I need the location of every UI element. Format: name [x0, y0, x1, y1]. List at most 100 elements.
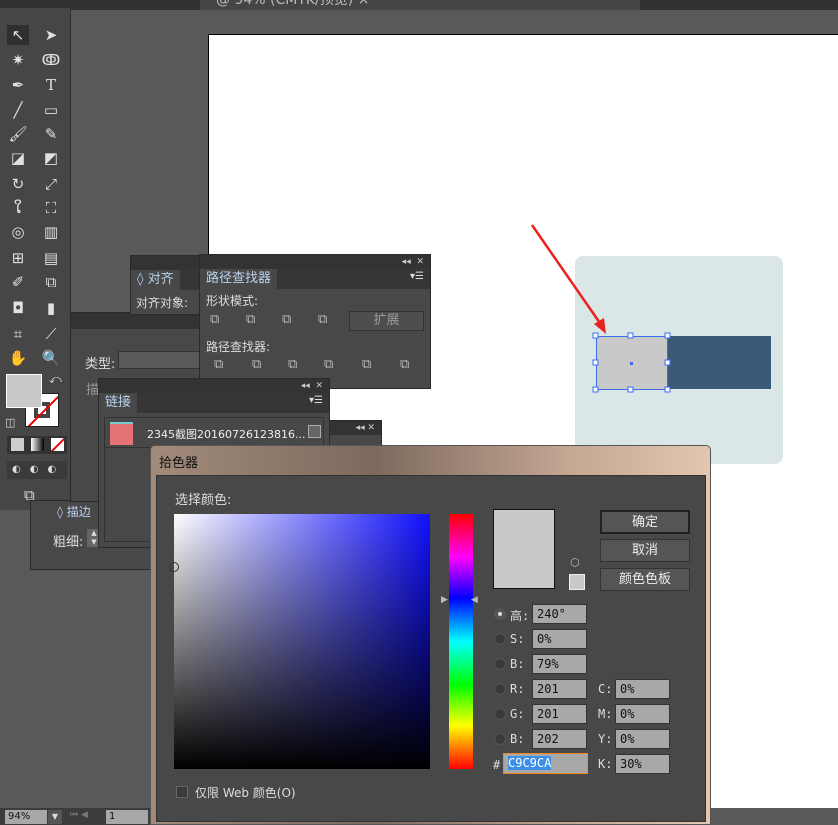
c-label: C:: [598, 682, 613, 696]
fill-swatch[interactable]: [6, 374, 42, 408]
k-label: K:: [598, 757, 613, 771]
outline-icon[interactable]: ⧉: [362, 357, 371, 372]
tab-links[interactable]: 链接: [99, 393, 138, 413]
blue-label: B:: [510, 732, 525, 746]
align-to-label: 对齐对象:: [136, 296, 189, 310]
panel-menu-icon[interactable]: ▾☰: [309, 395, 323, 406]
pencil-icon[interactable]: ✎: [40, 124, 62, 144]
tab-align[interactable]: ◊ 对齐: [131, 270, 180, 290]
swap-icon[interactable]: ⤺: [49, 372, 62, 387]
s-field[interactable]: 0%: [532, 629, 587, 649]
magic-wand-icon[interactable]: ✷: [7, 50, 29, 70]
link-filename: 2345截图20160726123816...: [147, 428, 306, 441]
symbol-sprayer-icon[interactable]: ◘: [7, 298, 29, 318]
rotate-icon[interactable]: ↻: [7, 174, 29, 194]
minus-front-icon[interactable]: ⧉: [246, 312, 255, 327]
zoom-field[interactable]: 94%: [5, 810, 47, 824]
blend-icon[interactable]: ⧉: [40, 272, 62, 292]
hand-icon[interactable]: ✋: [7, 348, 29, 368]
ok-button[interactable]: 确定: [600, 510, 690, 534]
slice-icon[interactable]: ⟋: [40, 324, 62, 344]
tools-panel: ↖ ➤ ✷ ↂ ✒ T ╱ ▭ 🖌 ✎ ◪ ◩ ↻ ⤢ ໃ ⛶ ◎ ▥ ⊞ ▤ …: [0, 8, 71, 510]
rectangle-icon[interactable]: ▭: [40, 100, 62, 120]
merge-icon[interactable]: ⧉: [288, 357, 297, 372]
default-colors-icon[interactable]: ◫: [5, 416, 15, 429]
gamut-warning-icon[interactable]: ⬡: [570, 556, 580, 569]
free-transform-icon[interactable]: ⛶: [40, 198, 62, 218]
perspective-grid-icon[interactable]: ▥: [40, 222, 62, 242]
hue-slider-handle[interactable]: ▶ ◀: [441, 595, 478, 605]
paintbrush-icon[interactable]: 🖌: [7, 124, 29, 144]
scale-icon[interactable]: ⤢: [40, 174, 62, 194]
crop-icon[interactable]: ⧉: [324, 357, 333, 372]
r-field[interactable]: 201: [532, 679, 587, 699]
red-arrow: [530, 224, 604, 327]
expand-button[interactable]: 扩展: [349, 311, 424, 331]
panel-menu-icon[interactable]: ▾☰: [410, 271, 424, 282]
zoom-dropdown-icon[interactable]: ▼: [48, 810, 62, 824]
radio-b[interactable]: [494, 658, 506, 670]
brightness-field[interactable]: 79%: [532, 654, 587, 674]
none-icon[interactable]: [51, 438, 64, 451]
type-label: 类型:: [85, 357, 116, 372]
color-cursor[interactable]: [169, 562, 179, 572]
pen-icon[interactable]: ✒: [7, 75, 29, 95]
warp-icon[interactable]: ໃ: [7, 198, 29, 218]
selection-tool-icon[interactable]: ↖: [7, 25, 29, 45]
color-swatches-button[interactable]: 颜色色板: [600, 568, 690, 591]
color-icon[interactable]: [11, 438, 24, 451]
closest-color-swatch[interactable]: [569, 574, 585, 590]
list-item[interactable]: 2345截图20160726123816...: [105, 418, 323, 448]
collapse-icon[interactable]: ◂◂: [402, 257, 411, 267]
radio-s[interactable]: [494, 633, 506, 645]
embed-icon[interactable]: [308, 425, 321, 438]
blue-field[interactable]: 202: [532, 729, 587, 749]
eyedropper-icon[interactable]: ✐: [7, 272, 29, 292]
g-field[interactable]: 201: [532, 704, 587, 724]
intersect-icon[interactable]: ⧉: [282, 312, 291, 327]
new-color-preview: [493, 509, 555, 589]
web-colors-checkbox[interactable]: [176, 786, 188, 798]
radio-blue[interactable]: [494, 733, 506, 745]
radio-r[interactable]: [494, 683, 506, 695]
exclude-icon[interactable]: ⧉: [318, 312, 327, 327]
c-field[interactable]: 0%: [615, 679, 670, 699]
gradient-swatch-icon[interactable]: [31, 438, 44, 451]
cancel-button[interactable]: 取消: [600, 539, 690, 562]
draw-mode-icons[interactable]: ◐◐◐: [7, 461, 67, 479]
r-label: R:: [510, 682, 525, 696]
saturation-brightness-field[interactable]: [169, 514, 430, 769]
direct-selection-icon[interactable]: ➤: [40, 25, 62, 45]
type-dropdown[interactable]: [118, 351, 208, 369]
divide-icon[interactable]: ⧉: [214, 357, 223, 372]
lasso-icon[interactable]: ↂ: [40, 50, 62, 70]
radio-g[interactable]: [494, 708, 506, 720]
type-icon[interactable]: T: [40, 75, 62, 95]
tab-pathfinder[interactable]: 路径查找器: [200, 269, 278, 289]
blob-brush-icon[interactable]: ◪: [7, 148, 29, 168]
hex-field[interactable]: C9C9CA: [503, 753, 588, 774]
tab-stroke[interactable]: ◊ 描边: [51, 503, 97, 521]
y-field[interactable]: 0%: [615, 729, 670, 749]
eraser-icon[interactable]: ◩: [40, 148, 62, 168]
k-field[interactable]: 30%: [615, 754, 670, 774]
h-field[interactable]: 240°: [532, 604, 587, 624]
m-field[interactable]: 0%: [615, 704, 670, 724]
first-page-icon[interactable]: ⏮ ◀: [70, 810, 88, 820]
page-field[interactable]: 1: [106, 810, 148, 824]
artboard-icon[interactable]: ⌗: [7, 324, 29, 344]
weight-label: 粗细:: [53, 535, 84, 550]
zoom-icon[interactable]: 🔍: [40, 348, 62, 368]
minus-back-icon[interactable]: ⧉: [400, 357, 409, 372]
line-icon[interactable]: ╱: [7, 100, 29, 120]
radio-h[interactable]: [494, 608, 506, 620]
graph-icon[interactable]: ▮: [40, 298, 62, 318]
hue-slider[interactable]: [449, 514, 473, 769]
mesh-icon[interactable]: ⊞: [7, 248, 29, 268]
gradient-icon[interactable]: ▤: [40, 248, 62, 268]
unite-icon[interactable]: ⧉: [210, 312, 219, 327]
pathfinder-panel: ◂◂ ✕ 路径查找器 ▾☰ 形状模式: ⧉ ⧉ ⧉ ⧉ 扩展 路径查找器: ⧉ ⧉…: [199, 254, 431, 389]
shape-builder-icon[interactable]: ◎: [7, 222, 29, 242]
trim-icon[interactable]: ⧉: [252, 357, 261, 372]
close-icon[interactable]: ✕: [416, 257, 424, 267]
